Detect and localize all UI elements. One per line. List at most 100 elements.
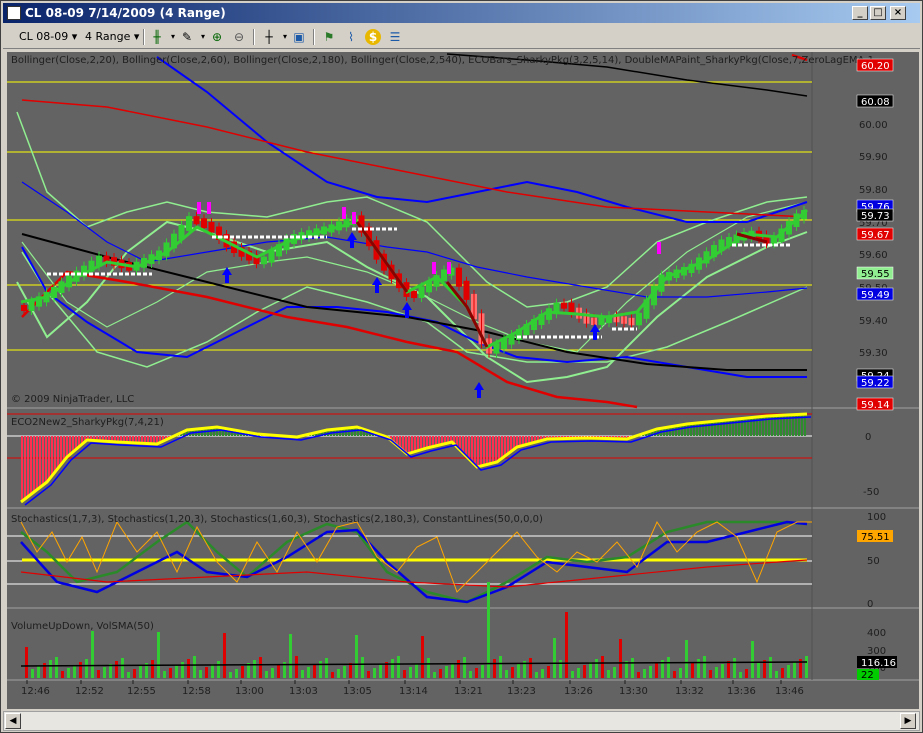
eco-histogram-bar (411, 436, 413, 453)
eco-histogram-bar (705, 422, 707, 436)
signal-marker-magenta (657, 242, 661, 254)
volume-bar (409, 667, 412, 678)
volume-bar (175, 665, 178, 678)
eco-histogram-bar (492, 436, 494, 464)
eco-histogram-bar (693, 423, 695, 436)
eco-histogram-bar (39, 436, 41, 489)
volume-axis-tick: 400 (867, 628, 886, 639)
properties-icon[interactable]: ▣ (291, 29, 307, 45)
volume-bar (61, 671, 64, 678)
volume-bar (751, 641, 754, 678)
title-bar[interactable]: CL 08-09 7/14/2009 (4 Range) _ □ × (3, 3, 920, 23)
volume-bar (25, 647, 28, 678)
volume-bar (541, 669, 544, 678)
volume-bar (289, 634, 292, 678)
time-axis-label: 13:46 (775, 686, 804, 697)
time-axis-label: 12:58 (182, 686, 211, 697)
stoch-axis-tick: 0 (867, 599, 873, 610)
volume-axis-tick: 300 (867, 646, 886, 657)
volume-bar (259, 657, 262, 678)
up-arrow-icon (474, 382, 484, 398)
volume-badge-text: 116.16 (861, 658, 896, 669)
maximize-button[interactable]: □ (870, 6, 886, 20)
signal-marker-magenta (352, 212, 356, 224)
eco-axis-tick: -50 (863, 487, 879, 498)
price-axis-tick: 59.30 (859, 348, 888, 359)
volume-bar (619, 639, 622, 678)
volume-bar (325, 658, 328, 678)
instrument-selector[interactable]: CL 08-09 ▾ (19, 28, 77, 46)
eco-histogram-bar (414, 436, 416, 452)
close-button[interactable]: × (890, 6, 906, 20)
eco-histogram-bar (417, 436, 419, 451)
volume-bar (589, 662, 592, 678)
scroll-left-icon[interactable]: ◀ (5, 713, 21, 729)
volume-bar (151, 660, 154, 678)
volume-bar (775, 671, 778, 678)
volume-bar (193, 656, 196, 678)
eco-histogram-bar (717, 421, 719, 436)
eco-histogram-bar (480, 436, 482, 467)
eco-histogram-bar (474, 436, 476, 464)
eco-histogram-bar (732, 419, 734, 436)
price-panel-label: Bollinger(Close,2,20), Bollinger(Close,2… (11, 55, 874, 66)
data-box-icon[interactable]: ☰ (387, 29, 403, 45)
eco-histogram-bar (36, 436, 38, 491)
volume-bar (199, 670, 202, 678)
pencil-icon[interactable]: ✎ (179, 29, 195, 45)
volume-bar (379, 665, 382, 678)
price-axis-tick: 60.00 (859, 120, 888, 131)
volume-bar (277, 665, 280, 678)
stoch-blue-line (20, 520, 808, 604)
ma-line-up (20, 208, 809, 350)
volume-bar (253, 660, 256, 678)
volume-bar (631, 658, 634, 678)
eco-histogram-bar (708, 421, 710, 436)
volume-bar (427, 658, 430, 678)
candlestick-icon[interactable]: ╫ (149, 29, 165, 45)
eco-histogram-bar (42, 436, 44, 486)
signal-marker-magenta (447, 262, 451, 274)
time-axis-label: 13:32 (675, 686, 704, 697)
price-badge-text: 60.20 (861, 61, 890, 72)
volume-bar (79, 662, 82, 678)
period-selector[interactable]: 4 Range ▾ (85, 28, 139, 46)
horizontal-scrollbar[interactable]: ◀ ▶ (3, 711, 920, 731)
volume-bar (301, 670, 304, 678)
scroll-right-icon[interactable]: ▶ (900, 713, 916, 729)
volume-bar (115, 661, 118, 678)
indicator-icon[interactable]: ⌇ (343, 29, 359, 45)
eco-histogram-bar (408, 436, 410, 454)
dollar-icon[interactable]: $ (365, 29, 381, 45)
volume-bar (187, 659, 190, 678)
eco-histogram-bar (420, 436, 422, 451)
volume-bar (403, 670, 406, 678)
volume-bar (31, 669, 34, 678)
chart-canvas[interactable]: Bollinger(Close,2,20), Bollinger(Close,2… (7, 52, 919, 709)
zoom-in-icon[interactable]: ⊕ (209, 29, 225, 45)
volume-bar (157, 632, 160, 678)
volume-bar (613, 667, 616, 678)
chart-area[interactable]: Bollinger(Close,2,20), Bollinger(Close,2… (7, 52, 919, 709)
volume-bar (805, 656, 808, 678)
volume-bar (367, 671, 370, 678)
eco-histogram-bar (723, 420, 725, 436)
bollinger-slow-upper (21, 99, 808, 218)
volume-bar (769, 657, 772, 678)
volume-bar (643, 669, 646, 678)
minimize-button[interactable]: _ (852, 6, 868, 20)
eco-histogram-bar (468, 436, 470, 458)
volume-bar (607, 670, 610, 678)
zoom-out-icon[interactable]: ⊖ (231, 29, 247, 45)
crosshair-icon[interactable]: ┼ (261, 29, 277, 45)
volume-bar (433, 672, 436, 678)
eco-histogram-bar (465, 436, 467, 455)
volume-bar (205, 667, 208, 678)
strategy-icon[interactable]: ⚑ (321, 29, 337, 45)
eco-histogram-bar (681, 425, 683, 436)
volume-bar (583, 665, 586, 678)
volume-bar (103, 667, 106, 678)
eco-histogram-bar (711, 421, 713, 436)
eco-histogram-bar (462, 436, 464, 452)
volume-bar (391, 659, 394, 678)
